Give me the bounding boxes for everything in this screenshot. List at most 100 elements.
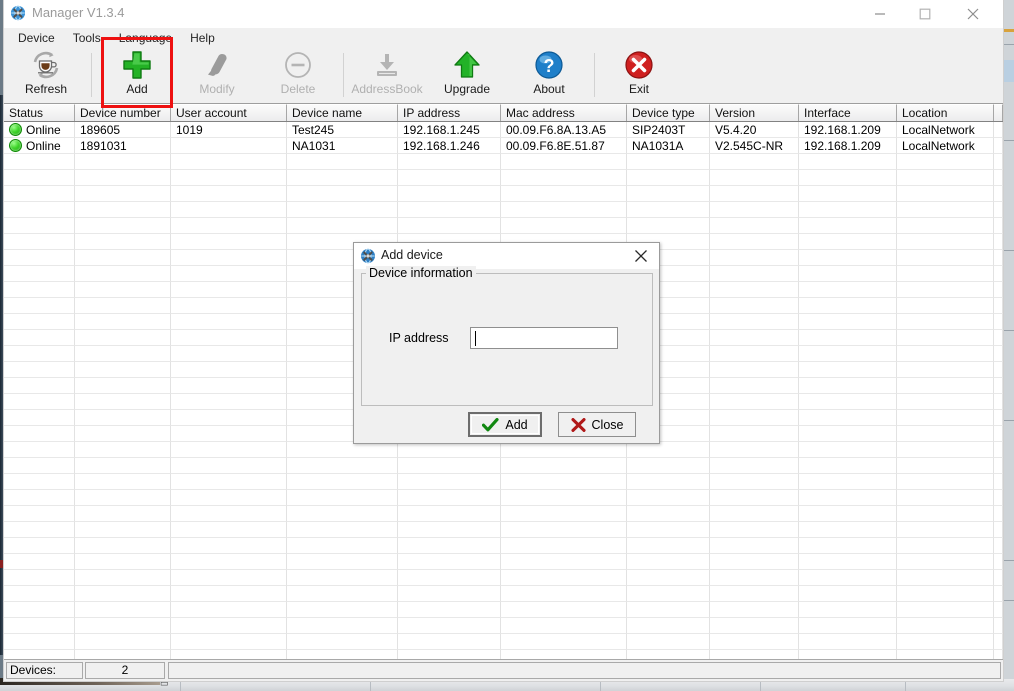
table-column-header[interactable]: Device type (627, 104, 710, 121)
table-empty-cell (710, 442, 799, 458)
table-column-header[interactable]: Location (897, 104, 994, 121)
table-empty-cell (171, 218, 287, 234)
table-empty-cell (799, 186, 897, 202)
table-empty-cell (627, 650, 710, 659)
table-empty-row[interactable] (4, 602, 1003, 618)
table-empty-cell (799, 570, 897, 586)
table-empty-cell (799, 426, 897, 442)
table-empty-cell (897, 346, 994, 362)
table-empty-row[interactable] (4, 490, 1003, 506)
table-empty-cell (171, 474, 287, 490)
close-icon[interactable] (950, 0, 995, 27)
table-empty-cell (75, 442, 171, 458)
table-empty-cell (398, 586, 501, 602)
table-empty-cell (75, 490, 171, 506)
dialog-close-button[interactable]: Close (558, 412, 636, 437)
table-empty-row[interactable] (4, 618, 1003, 634)
table-empty-cell (710, 266, 799, 282)
table-column-header[interactable]: Device name (287, 104, 398, 121)
toolbar-button-exit[interactable]: Exit (603, 49, 675, 101)
table-empty-cell (4, 346, 75, 362)
toolbar-button-upgrade[interactable]: Upgrade (431, 49, 503, 101)
table-empty-cell (710, 538, 799, 554)
table-empty-cell (4, 522, 75, 538)
table-empty-cell (994, 554, 1003, 570)
table-column-header[interactable]: Version (710, 104, 799, 121)
table-empty-cell (897, 634, 994, 650)
table-column-header[interactable]: Device number (75, 104, 171, 121)
toolbar-button-about[interactable]: ? About (513, 49, 585, 101)
table-empty-cell (4, 458, 75, 474)
table-empty-cell (897, 410, 994, 426)
table-cell-device-name: NA1031 (287, 138, 398, 154)
table-row[interactable]: Online 189605 1019 Test245 192.168.1.245 00.0… (4, 122, 1003, 138)
table-empty-cell (4, 186, 75, 202)
toolbar-button-addressbook[interactable]: AddressBook (349, 49, 425, 101)
table-empty-cell (171, 506, 287, 522)
toolbar-label-refresh: Refresh (24, 82, 68, 96)
table-empty-row[interactable] (4, 474, 1003, 490)
table-empty-cell (994, 522, 1003, 538)
table-column-header[interactable]: Status (4, 104, 75, 121)
table-empty-cell (398, 522, 501, 538)
toolbar-button-refresh[interactable]: Refresh (10, 49, 82, 101)
table-empty-cell (501, 538, 627, 554)
table-empty-row[interactable] (4, 554, 1003, 570)
table-empty-cell (287, 458, 398, 474)
table-empty-cell (75, 202, 171, 218)
table-column-header[interactable]: Mac address (501, 104, 627, 121)
table-column-header[interactable]: User account (171, 104, 287, 121)
table-column-header[interactable]: Interface (799, 104, 897, 121)
table-empty-cell (75, 506, 171, 522)
menu-item-tools[interactable]: Tools (64, 29, 110, 47)
table-column-header[interactable]: IP address (398, 104, 501, 121)
table-empty-row[interactable] (4, 650, 1003, 659)
table-empty-row[interactable] (4, 506, 1003, 522)
table-empty-row[interactable] (4, 154, 1003, 170)
table-row[interactable]: Online 1891031 NA1031 192.168.1.246 00.09.F6… (4, 138, 1003, 154)
table-empty-cell (171, 538, 287, 554)
table-column-header[interactable] (994, 104, 1003, 121)
table-empty-row[interactable] (4, 570, 1003, 586)
table-empty-cell (799, 490, 897, 506)
minimize-icon[interactable] (857, 0, 902, 27)
table-empty-cell (897, 458, 994, 474)
table-empty-cell (799, 650, 897, 659)
table-empty-cell (171, 186, 287, 202)
table-empty-row[interactable] (4, 586, 1003, 602)
table-empty-cell (398, 442, 501, 458)
table-empty-cell (710, 314, 799, 330)
toolbar-label-exit: Exit (628, 82, 649, 96)
table-empty-cell (501, 186, 627, 202)
menu-item-device[interactable]: Device (9, 29, 64, 47)
green-up-arrow-icon (431, 49, 503, 81)
table-empty-row[interactable] (4, 522, 1003, 538)
table-cell-location: LocalNetwork (897, 122, 994, 138)
ip-address-input[interactable] (470, 327, 618, 349)
table-empty-row[interactable] (4, 458, 1003, 474)
table-empty-cell (287, 490, 398, 506)
menu-item-language[interactable]: Language (110, 29, 181, 47)
dialog-add-button[interactable]: Add (468, 412, 542, 437)
toolbar-button-modify[interactable]: Modify (181, 49, 253, 101)
table-empty-row[interactable] (4, 170, 1003, 186)
table-empty-row[interactable] (4, 218, 1003, 234)
table-empty-cell (171, 442, 287, 458)
toolbar-label-addressbook: AddressBook (351, 82, 423, 96)
status-bar: Devices: 2 (4, 659, 1003, 681)
maximize-icon[interactable] (902, 0, 947, 27)
menu-item-help[interactable]: Help (181, 29, 224, 47)
table-empty-row[interactable] (4, 202, 1003, 218)
table-empty-row[interactable] (4, 538, 1003, 554)
table-empty-cell (627, 202, 710, 218)
close-icon[interactable] (631, 246, 653, 266)
table-empty-row[interactable] (4, 442, 1003, 458)
toolbar-button-delete[interactable]: Delete (262, 49, 334, 101)
table-empty-cell (897, 314, 994, 330)
toolbar-button-add[interactable]: Add (101, 49, 173, 101)
table-empty-row[interactable] (4, 186, 1003, 202)
text-caret (475, 331, 476, 346)
table-empty-cell (627, 554, 710, 570)
table-empty-cell (398, 186, 501, 202)
table-empty-row[interactable] (4, 634, 1003, 650)
